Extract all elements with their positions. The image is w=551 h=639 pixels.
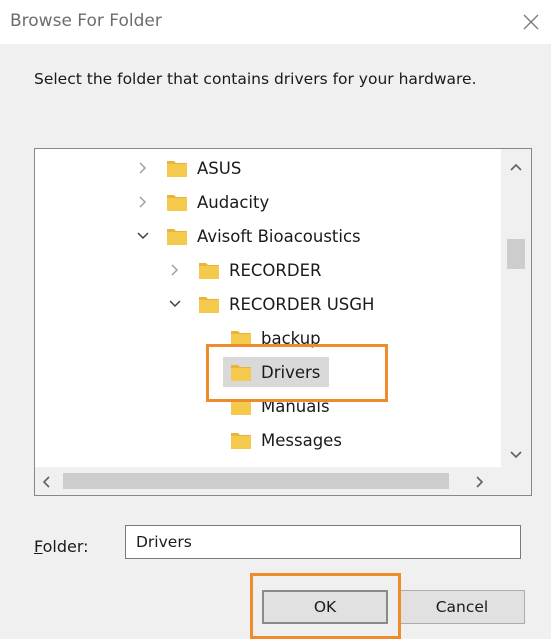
- folder-label-rest: older:: [42, 537, 89, 556]
- ok-button[interactable]: OK: [262, 590, 388, 624]
- chevron-right-icon[interactable]: [167, 262, 183, 278]
- chevron-down-icon[interactable]: [135, 228, 151, 244]
- folder-icon: [165, 190, 189, 214]
- folder-icon: [197, 292, 221, 316]
- tree-item-label: RECORDER USGH: [229, 294, 375, 314]
- instruction-text: Select the folder that contains drivers …: [34, 70, 477, 88]
- scroll-left-arrow-icon[interactable]: [41, 474, 51, 493]
- vertical-scrollbar[interactable]: [501, 149, 531, 467]
- chevron-right-icon[interactable]: [135, 160, 151, 176]
- folder-input[interactable]: [125, 525, 521, 559]
- tree-item[interactable]: Avisoft Bioacoustics: [135, 219, 361, 253]
- tree-item-label: Audacity: [197, 192, 270, 212]
- folder-icon: [197, 258, 221, 282]
- browse-for-folder-dialog: Browse For Folder Select the folder that…: [0, 0, 551, 639]
- folder-tree[interactable]: ASUS Audacity Avisoft Bioacoustics RECORDER…: [34, 148, 532, 496]
- tree-item-label: RECORDER: [229, 260, 322, 280]
- tree-item-label: Messages: [261, 430, 342, 450]
- scroll-right-arrow-icon[interactable]: [475, 474, 485, 493]
- title-bar[interactable]: Browse For Folder: [0, 0, 551, 44]
- folder-icon: [229, 394, 253, 418]
- folder-field-label: Folder:: [34, 537, 89, 556]
- folder-label-mnemonic: F: [34, 537, 43, 556]
- chevron-right-icon[interactable]: [135, 194, 151, 210]
- tree-item[interactable]: RECORDER: [167, 253, 321, 287]
- folder-icon: [229, 428, 253, 452]
- tree-item-label: Drivers: [261, 362, 321, 382]
- tree-item[interactable]: Drivers: [199, 355, 329, 389]
- tree-item-label: Manuals: [261, 396, 330, 416]
- horizontal-scrollbar[interactable]: [35, 467, 501, 495]
- horizontal-scroll-thumb[interactable]: [63, 473, 449, 489]
- folder-icon: [229, 326, 253, 350]
- folder-tree-viewport[interactable]: ASUS Audacity Avisoft Bioacoustics RECORDER…: [35, 149, 501, 467]
- tree-item[interactable]: Messages: [199, 423, 342, 457]
- folder-icon: [165, 156, 189, 180]
- tree-item[interactable]: Manuals: [199, 389, 330, 423]
- chevron-down-icon[interactable]: [167, 296, 183, 312]
- tree-item[interactable]: RECORDER USGH: [167, 287, 374, 321]
- scrollbar-corner: [501, 467, 531, 495]
- tree-item-label: Avisoft Bioacoustics: [197, 226, 361, 246]
- cancel-button[interactable]: Cancel: [399, 590, 525, 624]
- tree-item[interactable]: ASUS: [135, 151, 241, 185]
- close-icon[interactable]: [519, 10, 543, 34]
- folder-icon: [165, 224, 189, 248]
- tree-item-label: backup: [261, 328, 321, 348]
- vertical-scroll-thumb[interactable]: [507, 239, 525, 269]
- window-title: Browse For Folder: [10, 11, 162, 31]
- folder-icon: [229, 360, 253, 384]
- tree-item-label: ASUS: [197, 158, 242, 178]
- scroll-down-arrow-icon[interactable]: [509, 445, 523, 464]
- tree-item[interactable]: Audacity: [135, 185, 269, 219]
- scroll-up-arrow-icon[interactable]: [509, 157, 523, 176]
- tree-item[interactable]: backup: [199, 321, 321, 355]
- tree-item[interactable]: Third-party: [199, 457, 353, 468]
